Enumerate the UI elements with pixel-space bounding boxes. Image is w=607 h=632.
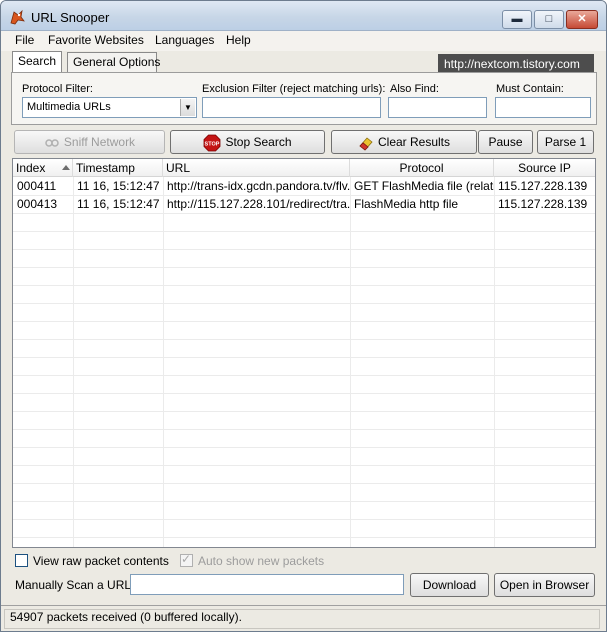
cell-url: http://115.127.228.101/redirect/tra... — [167, 197, 350, 211]
tab-general-options[interactable]: General Options — [67, 52, 160, 72]
grid-line — [73, 177, 74, 547]
auto-show-packets-checkbox[interactable]: ✓ — [180, 552, 193, 567]
website-banner: http://nextcom.tistory.com — [438, 54, 594, 74]
menu-languages[interactable]: Languages — [155, 33, 214, 47]
protocol-filter-select[interactable]: Multimedia URLs ▼ — [22, 97, 197, 118]
manual-scan-label: Manually Scan a URL: — [15, 578, 135, 592]
download-button[interactable]: Download — [410, 573, 489, 597]
stop-icon-text: STOP — [205, 141, 220, 147]
sniff-network-button[interactable]: Sniff Network — [14, 130, 165, 154]
chevron-down-icon[interactable]: ▼ — [180, 99, 195, 116]
also-find-label: Also Find: — [390, 83, 439, 95]
grid-line — [13, 537, 595, 538]
grid-line — [13, 483, 595, 484]
stop-sign-icon: STOP — [204, 134, 221, 152]
title-bar[interactable]: URL Snooper ▬ □ ✕ — [1, 1, 606, 31]
grid-line — [13, 447, 595, 448]
window-title: URL Snooper — [31, 10, 110, 25]
cell-timestamp: 11 16, 15:12:47 — [77, 179, 160, 193]
status-bar: 54907 packets received (0 buffered local… — [1, 605, 606, 631]
column-header-source-ip[interactable]: Source IP — [494, 159, 595, 177]
close-button[interactable]: ✕ — [566, 10, 598, 29]
grid-line — [13, 393, 595, 394]
grid-line — [350, 177, 351, 547]
grid-line — [163, 177, 164, 547]
grid-line — [13, 375, 595, 376]
menu-help[interactable]: Help — [226, 33, 251, 47]
column-index-label: Index — [16, 161, 46, 175]
column-header-timestamp[interactable]: Timestamp — [73, 159, 163, 177]
cell-protocol: GET FlashMedia file (relative) — [354, 179, 494, 193]
menu-favorite-websites[interactable]: Favorite Websites — [48, 33, 144, 47]
cell-timestamp: 11 16, 15:12:47 — [77, 197, 160, 211]
clear-results-button[interactable]: Clear Results — [331, 130, 477, 154]
cell-index: 000413 — [17, 197, 58, 211]
menu-file[interactable]: File — [15, 33, 34, 47]
cell-index: 000411 — [17, 179, 57, 193]
grid-line — [13, 303, 595, 304]
auto-show-packets-label: Auto show new packets — [198, 554, 325, 568]
eraser-icon — [359, 137, 373, 151]
filter-panel: Protocol Filter: Multimedia URLs ▼ Exclu… — [11, 72, 597, 125]
table-row[interactable]: 000411 11 16, 15:12:47 http://trans-idx.… — [13, 177, 595, 195]
cell-source-ip: 115.127.228.139 — [498, 197, 588, 211]
cell-source-ip: 115.127.228.139 — [498, 179, 588, 193]
view-raw-packets-checkbox[interactable] — [15, 554, 28, 567]
app-icon — [10, 9, 25, 25]
sort-ascending-icon — [62, 165, 70, 170]
column-header-protocol[interactable]: Protocol — [350, 159, 494, 177]
also-find-input[interactable] — [388, 97, 487, 118]
stop-search-label: Stop Search — [225, 135, 292, 149]
grid-line — [13, 249, 595, 250]
status-text: 54907 packets received (0 buffered local… — [10, 610, 242, 624]
pause-button[interactable]: Pause — [478, 130, 533, 154]
maximize-button[interactable]: □ — [534, 10, 564, 29]
grid-line — [13, 465, 595, 466]
minimize-button[interactable]: ▬ — [502, 10, 532, 29]
grid-line — [13, 519, 595, 520]
grid-line — [13, 357, 595, 358]
stop-search-button[interactable]: STOP Stop Search — [170, 130, 325, 154]
table-row[interactable]: 000413 11 16, 15:12:47 http://115.127.22… — [13, 195, 595, 213]
protocol-filter-label: Protocol Filter: — [22, 83, 93, 95]
grid-line — [13, 501, 595, 502]
column-header-index[interactable]: Index — [13, 159, 73, 177]
column-header-url[interactable]: URL — [163, 159, 350, 177]
results-list[interactable]: Index Timestamp URL Protocol Source IP 0… — [12, 158, 596, 548]
exclusion-filter-label: Exclusion Filter (reject matching urls): — [202, 83, 386, 95]
checkmark-icon: ✓ — [181, 552, 192, 566]
must-contain-input[interactable] — [495, 97, 591, 118]
view-raw-packets-label: View raw packet contents — [33, 554, 169, 568]
cell-url: http://trans-idx.gcdn.pandora.tv/flv... — [167, 179, 350, 193]
network-icon — [45, 139, 59, 147]
grid-line — [13, 231, 595, 232]
parse-button[interactable]: Parse 1 — [537, 130, 594, 154]
clear-results-label: Clear Results — [377, 135, 451, 149]
grid-line — [13, 213, 595, 214]
grid-line — [13, 411, 595, 412]
menu-bar: File Favorite Websites Languages Help — [1, 31, 606, 51]
open-in-browser-button[interactable]: Open in Browser — [494, 573, 595, 597]
main-window: URL Snooper ▬ □ ✕ File Favorite Websites… — [0, 0, 607, 632]
grid-line — [13, 339, 595, 340]
cell-protocol: FlashMedia http file — [354, 197, 459, 211]
grid-line — [13, 429, 595, 430]
must-contain-label: Must Contain: — [496, 83, 564, 95]
grid-line — [13, 321, 595, 322]
manual-scan-url-input[interactable] — [130, 574, 404, 595]
grid-line — [494, 177, 495, 547]
tab-search[interactable]: Search — [12, 51, 62, 73]
exclusion-filter-input[interactable] — [202, 97, 381, 118]
grid-line — [13, 267, 595, 268]
list-header: Index Timestamp URL Protocol Source IP — [13, 159, 595, 177]
protocol-filter-value: Multimedia URLs — [27, 101, 111, 113]
grid-line — [13, 285, 595, 286]
sniff-network-label: Sniff Network — [63, 135, 136, 149]
